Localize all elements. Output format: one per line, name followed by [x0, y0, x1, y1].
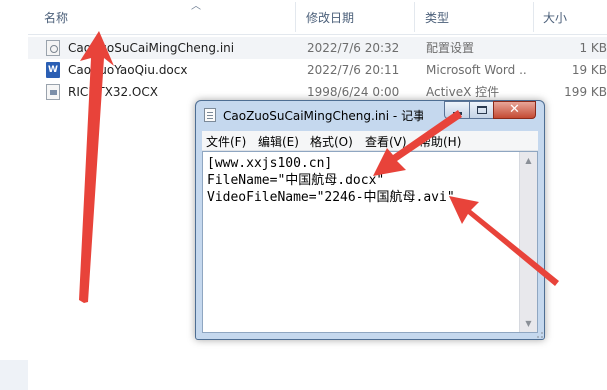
menu-view[interactable]: 查看(V) [365, 133, 407, 150]
notepad-window: CaoZuoSuCaiMingCheng.ini - 记事本 ✕ 文件(F) 编… [195, 100, 545, 340]
maximize-icon [477, 106, 487, 114]
minimize-button[interactable] [444, 101, 470, 119]
menu-format[interactable]: 格式(O) [310, 133, 353, 150]
file-name: RICHTX32.OCX [68, 85, 158, 99]
file-type: 配置设置 [426, 41, 475, 55]
file-size: 199 KB [564, 85, 607, 99]
scroll-up-icon[interactable]: ▲ [520, 152, 537, 169]
file-row[interactable]: CaoZuoSuCaiMingCheng.ini 2022/7/6 20:32 … [28, 37, 607, 59]
column-divider[interactable] [533, 2, 534, 32]
word-document-icon [46, 59, 60, 81]
activex-control-icon [46, 84, 60, 100]
notepad-text-area[interactable]: [www.xxjs100.cn] FileName="中国航母.docx" Vi… [202, 151, 538, 333]
ini-file-icon [46, 40, 60, 56]
notepad-app-icon[interactable] [204, 108, 216, 122]
notepad-title-bar[interactable]: CaoZuoSuCaiMingCheng.ini - 记事本 ✕ [196, 101, 544, 129]
column-header-date[interactable]: 修改日期 [306, 0, 354, 34]
file-type: Microsoft Word ... [426, 63, 526, 77]
notepad-menu-bar: 文件(F) 编辑(E) 格式(O) 查看(V) 帮助(H) [202, 131, 538, 151]
notepad-title: CaoZuoSuCaiMingCheng.ini - 记事本 [223, 109, 423, 123]
file-size: 19 KB [571, 63, 607, 77]
file-size: 1 KB [579, 41, 607, 55]
maximize-button[interactable] [469, 101, 494, 119]
column-divider[interactable] [414, 2, 415, 32]
file-date: 2022/7/6 20:32 [307, 41, 400, 55]
sort-ascending-icon: ︿ [191, 1, 201, 12]
close-button[interactable]: ✕ [493, 101, 536, 119]
menu-edit[interactable]: 编辑(E) [258, 133, 299, 150]
minimize-icon [453, 112, 462, 115]
resize-grip-icon[interactable] [532, 327, 544, 339]
menu-file[interactable]: 文件(F) [206, 133, 246, 150]
file-name: CaoZuoSuCaiMingCheng.ini [68, 41, 235, 55]
notepad-content[interactable]: [www.xxjs100.cn] FileName="中国航母.docx" Vi… [207, 155, 455, 206]
column-header-name[interactable]: 名称 [44, 0, 68, 34]
column-header-size[interactable]: 大小 [543, 0, 567, 34]
column-header-bar: ︿ 名称 修改日期 类型 大小 [28, 0, 607, 35]
file-date: 2022/7/6 20:11 [307, 63, 400, 77]
column-divider[interactable] [295, 2, 296, 32]
navigation-pane-footer [0, 360, 28, 390]
file-row[interactable]: CaoZuoYaoQiu.docx 2022/7/6 20:11 Microso… [28, 59, 607, 81]
menu-help[interactable]: 帮助(H) [419, 133, 461, 150]
file-name: CaoZuoYaoQiu.docx [68, 63, 188, 77]
navigation-pane-edge [0, 0, 28, 390]
vertical-scrollbar[interactable]: ▲ ▼ [519, 152, 537, 332]
column-header-type[interactable]: 类型 [425, 0, 449, 34]
close-icon: ✕ [509, 102, 520, 117]
